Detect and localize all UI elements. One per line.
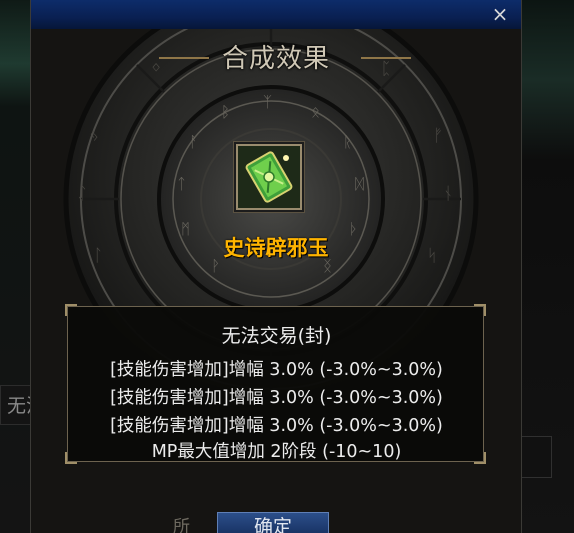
- jade-talisman-icon: [238, 146, 300, 208]
- stat-line: [技能伤害增加]增幅 3.0% (-3.0%~3.0%): [110, 416, 443, 436]
- svg-text:ᛞ: ᛞ: [355, 175, 364, 193]
- svg-text:ᛉ: ᛉ: [263, 93, 272, 111]
- svg-text:ᛟ: ᛟ: [311, 103, 320, 121]
- svg-text:ᛇ: ᛇ: [77, 184, 87, 204]
- svg-text:ᚨ: ᚨ: [189, 133, 198, 151]
- svg-text:ᛒ: ᛒ: [221, 103, 230, 121]
- screen: 无法 × ᛉ ᛟ ᚱ ᛞ ᚦ ᛝ ᚹ ᛗ ᛏ ᚨ ᛒ ᛃ ᛇ ᛚ ᚠ ᚾ ᛋ ᛜ…: [0, 0, 574, 533]
- item-slot[interactable]: [236, 144, 302, 210]
- svg-text:ᚱ: ᚱ: [343, 133, 352, 151]
- svg-text:ᚠ: ᚠ: [433, 126, 443, 146]
- background-label: 所: [173, 517, 190, 533]
- panel-corner-ornament: [474, 304, 486, 316]
- svg-text:ᚾ: ᚾ: [443, 184, 453, 204]
- confirm-button[interactable]: 确定: [217, 512, 329, 533]
- close-button[interactable]: ×: [489, 3, 511, 25]
- dialog-title: 合成效果: [221, 44, 330, 74]
- trade-status: 无法交易(封): [221, 325, 332, 347]
- stat-line: [技能伤害增加]增幅 3.0% (-3.0%~3.0%): [110, 360, 443, 380]
- item-stats-panel: 无法交易(封) [技能伤害增加]增幅 3.0% (-3.0%~3.0%) [技能…: [65, 304, 486, 464]
- svg-text:ᛏ: ᛏ: [177, 175, 186, 193]
- panel-corner-ornament: [65, 304, 77, 316]
- synthesis-result-dialog: × ᛉ ᛟ ᚱ ᛞ ᚦ ᛝ ᚹ ᛗ ᛏ ᚨ ᛒ ᛃ ᛇ ᛚ ᚠ ᚾ ᛋ ᛜ ᛈ …: [30, 0, 522, 533]
- svg-text:ᛃ: ᛃ: [89, 126, 99, 146]
- stat-line: MP最大值增加 2阶段 (-10~10): [151, 442, 402, 462]
- dialog-titlebar: ×: [31, 0, 521, 30]
- stat-line: [技能伤害增加]增幅 3.0% (-3.0%~3.0%): [110, 388, 443, 408]
- item-name: 史诗辟邪玉: [223, 236, 329, 260]
